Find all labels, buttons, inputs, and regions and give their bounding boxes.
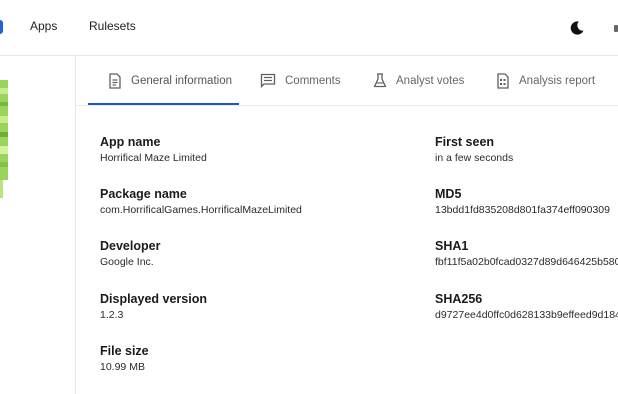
field-label: MD5 [435, 187, 462, 201]
tab-bar: General information Comments Analyst vot… [76, 56, 618, 106]
field-value: Google Inc. [100, 256, 154, 268]
tab-analyst-votes[interactable]: Analyst votes [373, 56, 464, 105]
field-value: 10.99 MB [100, 361, 145, 373]
tab-label: Analyst votes [396, 74, 465, 87]
app-name-field: App name Horrifical Maze Limited [100, 135, 207, 165]
active-tab-indicator [88, 103, 239, 105]
tab-label: General information [131, 74, 232, 87]
field-label: First seen [435, 135, 495, 149]
tab-general-information[interactable]: General information [108, 56, 232, 105]
comment-icon [260, 73, 276, 88]
field-value: 1.2.3 [100, 309, 124, 321]
field-value: com.HorrificalGames.HorrificalMazeLimite… [100, 204, 302, 216]
sha1-field: SHA1 fbf11f5a02b0fcad0327d89d646425b580b [435, 239, 618, 269]
nav-apps[interactable]: Apps [30, 19, 57, 33]
field-label: App name [100, 135, 161, 149]
brand-logo[interactable] [0, 20, 3, 34]
account-menu-edge[interactable] [614, 25, 618, 32]
field-label: Developer [100, 239, 161, 253]
developer-field: Developer Google Inc. [100, 239, 160, 269]
flask-icon [373, 73, 387, 88]
moon-icon[interactable] [569, 20, 585, 36]
field-label: File size [100, 344, 149, 358]
field-value: 13bdd1fd835208d801fa374eff090309 [435, 204, 610, 216]
file-size-field: File size 10.99 MB [100, 344, 149, 374]
document-icon [109, 72, 121, 89]
tab-comments[interactable]: Comments [260, 56, 341, 105]
tab-label: Analysis report [519, 74, 596, 87]
md5-field: MD5 13bdd1fd835208d801fa374eff090309 [435, 187, 610, 217]
field-value: in a few seconds [435, 152, 514, 164]
field-value: fbf11f5a02b0fcad0327d89d646425b580b [435, 256, 618, 268]
nav-rulesets[interactable]: Rulesets [89, 19, 136, 33]
first-seen-field: First seen in a few seconds [435, 135, 513, 165]
field-label: Displayed version [100, 292, 207, 306]
displayed-version-field: Displayed version 1.2.3 [100, 292, 207, 322]
field-value: d9727ee4d0ffc0d628133b9effeed9d1844 [435, 309, 618, 321]
sidebar [0, 56, 76, 394]
package-name-field: Package name com.HorrificalGames.Horrifi… [100, 187, 302, 217]
field-label: Package name [100, 187, 187, 201]
field-label: SHA256 [435, 292, 483, 306]
tab-analysis-report[interactable]: Analysis report [496, 56, 595, 105]
field-label: SHA1 [435, 239, 469, 253]
top-bar: Apps Rulesets [0, 0, 618, 56]
tab-label: Comments [285, 74, 341, 87]
report-icon [497, 72, 509, 89]
sha256-field: SHA256 d9727ee4d0ffc0d628133b9effeed9d18… [435, 292, 618, 322]
field-value: Horrifical Maze Limited [100, 152, 207, 164]
app-icon [0, 80, 8, 232]
